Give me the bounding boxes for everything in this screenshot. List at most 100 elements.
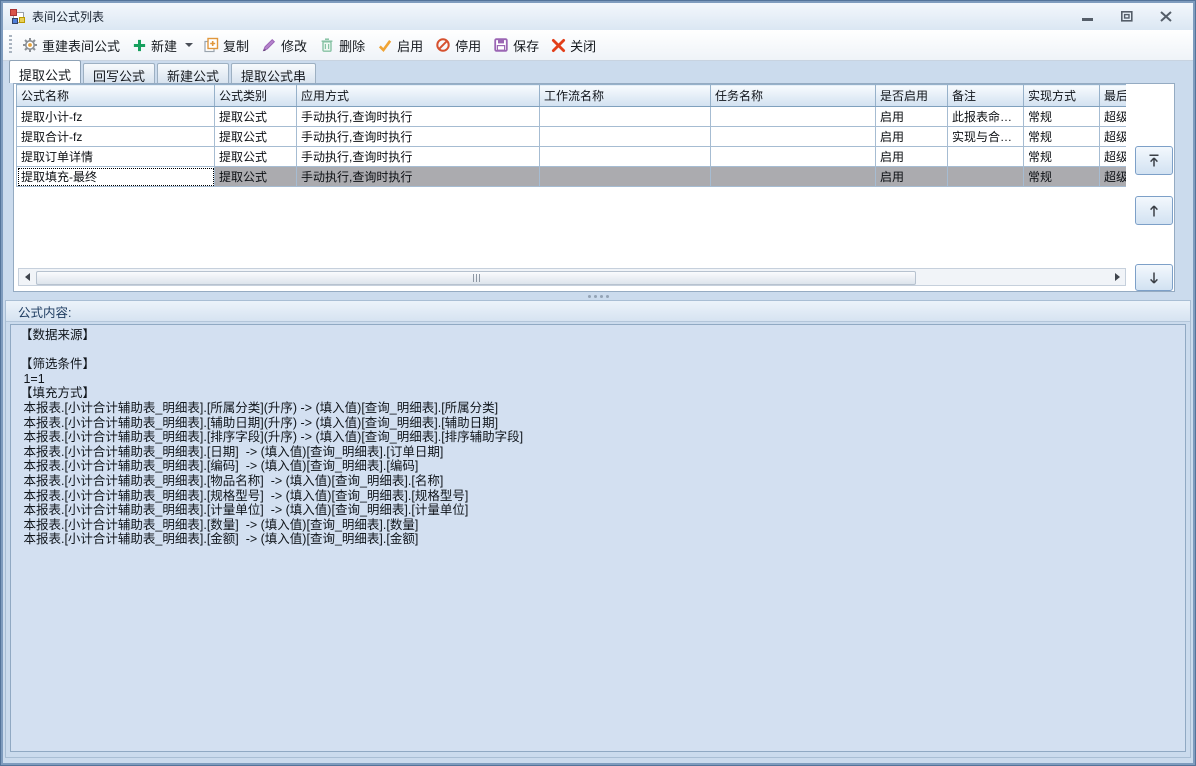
- red-x-icon: [551, 38, 566, 53]
- scrollbar-thumb[interactable]: [36, 271, 916, 285]
- cell[interactable]: [711, 167, 876, 187]
- minimize-icon: [1082, 12, 1094, 22]
- table-row[interactable]: 提取小计-fz提取公式 手动执行,查询时执行 启用 此报表命…常规 超级: [17, 107, 1127, 127]
- cell[interactable]: [711, 147, 876, 167]
- cell[interactable]: 提取订单详情: [17, 147, 215, 167]
- cell[interactable]: [711, 127, 876, 147]
- tab-new-formula[interactable]: 新建公式: [157, 63, 229, 83]
- cell[interactable]: 超级: [1100, 107, 1127, 127]
- grid-header-row: 公式名称 公式类别 应用方式 工作流名称 任务名称 是否启用 备注 实现方式 最…: [17, 85, 1127, 107]
- move-top-button[interactable]: [1135, 146, 1173, 175]
- close-icon: [1160, 11, 1172, 22]
- splitter-handle[interactable]: [3, 292, 1193, 300]
- col-header-formula-type[interactable]: 公式类别: [215, 85, 297, 107]
- cell[interactable]: 超级: [1100, 127, 1127, 147]
- disable-label: 停用: [455, 36, 481, 55]
- delete-button[interactable]: 删除: [313, 32, 371, 59]
- restore-button[interactable]: [1114, 8, 1140, 26]
- app-icon: [10, 9, 26, 25]
- cell[interactable]: [540, 127, 711, 147]
- cell[interactable]: 提取公式: [215, 167, 297, 187]
- cell[interactable]: [711, 107, 876, 127]
- tab-extract-formula-chain[interactable]: 提取公式串: [231, 63, 316, 83]
- cell[interactable]: 启用: [876, 107, 948, 127]
- cell[interactable]: [540, 107, 711, 127]
- cell[interactable]: 提取公式: [215, 127, 297, 147]
- cell[interactable]: [948, 147, 1024, 167]
- focused-cell[interactable]: 提取填充-最终: [17, 167, 215, 187]
- cell[interactable]: 手动执行,查询时执行: [297, 147, 540, 167]
- formula-content-header: 公式内容:: [6, 301, 1190, 322]
- edit-button[interactable]: 修改: [255, 32, 313, 59]
- cell[interactable]: 手动执行,查询时执行: [297, 167, 540, 187]
- tab-label: 提取公式: [19, 68, 71, 83]
- tabstrip: 提取公式 回写公式 新建公式 提取公式串: [9, 60, 316, 83]
- formula-line: 本报表.[小计合计辅助表_明细表].[计量单位] -> (填入值)[查询_明细表…: [20, 503, 1185, 518]
- close-button[interactable]: [1153, 8, 1179, 26]
- save-button[interactable]: 保存: [487, 32, 545, 59]
- move-up-button[interactable]: [1135, 196, 1173, 225]
- cell[interactable]: 常规: [1024, 127, 1100, 147]
- col-header-formula-name[interactable]: 公式名称: [17, 85, 215, 107]
- cell[interactable]: [948, 167, 1024, 187]
- cell[interactable]: 启用: [876, 147, 948, 167]
- col-header-apply-mode[interactable]: 应用方式: [297, 85, 540, 107]
- cell[interactable]: [540, 147, 711, 167]
- rebuild-formulas-button[interactable]: 重建表间公式: [16, 32, 126, 59]
- cell[interactable]: 提取合计-fz: [17, 127, 215, 147]
- cell[interactable]: 常规: [1024, 107, 1100, 127]
- cell[interactable]: 常规: [1024, 167, 1100, 187]
- copy-button[interactable]: 复制: [197, 32, 255, 59]
- enable-button[interactable]: 启用: [371, 32, 429, 59]
- cell[interactable]: 超级: [1100, 167, 1127, 187]
- tab-writeback-formula[interactable]: 回写公式: [83, 63, 155, 83]
- gear-icon: [22, 37, 38, 53]
- formula-line: 1=1: [20, 372, 1185, 387]
- cell[interactable]: 实现与合…: [948, 127, 1024, 147]
- formula-content-title: 公式内容:: [18, 302, 71, 321]
- table-row[interactable]: 提取合计-fz提取公式 手动执行,查询时执行 启用 实现与合…常规 超级: [17, 127, 1127, 147]
- cell[interactable]: 提取公式: [215, 107, 297, 127]
- col-header-impl-mode[interactable]: 实现方式: [1024, 85, 1100, 107]
- cell[interactable]: 启用: [876, 167, 948, 187]
- formula-line: 本报表.[小计合计辅助表_明细表].[辅助日期](升序) -> (填入值)[查询…: [20, 416, 1185, 431]
- formula-line: 本报表.[小计合计辅助表_明细表].[编码] -> (填入值)[查询_明细表].…: [20, 459, 1185, 474]
- cell[interactable]: 提取小计-fz: [17, 107, 215, 127]
- minimize-button[interactable]: [1075, 8, 1101, 26]
- cell[interactable]: [540, 167, 711, 187]
- cell[interactable]: 手动执行,查询时执行: [297, 107, 540, 127]
- toolbar-grip: [9, 35, 12, 55]
- cell[interactable]: 常规: [1024, 147, 1100, 167]
- table-row[interactable]: 提取订单详情提取公式 手动执行,查询时执行 启用 常规 超级: [17, 147, 1127, 167]
- formula-content-textbox[interactable]: 【数据来源】 【筛选条件】 1=1 【填充方式】 本报表.[小计合计辅助表_明细…: [10, 324, 1186, 752]
- tab-extract-formula[interactable]: 提取公式: [9, 60, 81, 83]
- cell[interactable]: 启用: [876, 127, 948, 147]
- horizontal-scrollbar[interactable]: [18, 268, 1126, 286]
- cell[interactable]: 此报表命…: [948, 107, 1024, 127]
- floppy-icon: [493, 37, 509, 53]
- formula-line: [20, 343, 1185, 358]
- enable-label: 启用: [397, 36, 423, 55]
- right-arrow-icon: [1115, 273, 1120, 281]
- cell[interactable]: 提取公式: [215, 147, 297, 167]
- close-tool-button[interactable]: 关闭: [545, 32, 602, 59]
- col-header-enabled[interactable]: 是否启用: [876, 85, 948, 107]
- disable-button[interactable]: 停用: [429, 32, 487, 59]
- delete-label: 删除: [339, 36, 365, 55]
- scroll-left-button[interactable]: [19, 269, 35, 285]
- formula-grid: 公式名称 公式类别 应用方式 工作流名称 任务名称 是否启用 备注 实现方式 最…: [16, 84, 1126, 187]
- formula-line: 本报表.[小计合计辅助表_明细表].[日期] -> (填入值)[查询_明细表].…: [20, 445, 1185, 460]
- new-button[interactable]: 新建: [126, 32, 183, 59]
- cell[interactable]: 超级: [1100, 147, 1127, 167]
- col-header-remark[interactable]: 备注: [948, 85, 1024, 107]
- scroll-right-button[interactable]: [1109, 269, 1125, 285]
- move-down-button[interactable]: [1135, 264, 1173, 291]
- close-tool-label: 关闭: [570, 36, 596, 55]
- formula-line: 本报表.[小计合计辅助表_明细表].[数量] -> (填入值)[查询_明细表].…: [20, 518, 1185, 533]
- col-header-workflow-name[interactable]: 工作流名称: [540, 85, 711, 107]
- col-header-task-name[interactable]: 任务名称: [711, 85, 876, 107]
- table-row-selected[interactable]: 提取填充-最终提取公式 手动执行,查询时执行 启用 常规 超级: [17, 167, 1127, 187]
- new-dropdown-arrow[interactable]: [185, 43, 193, 47]
- col-header-last[interactable]: 最后: [1100, 85, 1127, 107]
- cell[interactable]: 手动执行,查询时执行: [297, 127, 540, 147]
